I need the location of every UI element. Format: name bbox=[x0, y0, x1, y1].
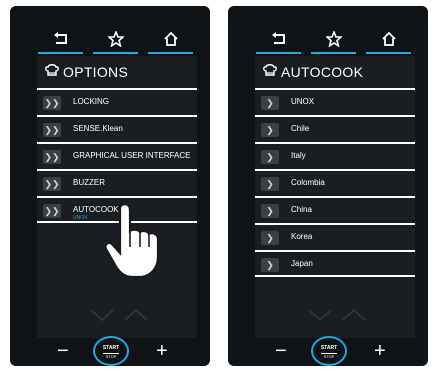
list-item-label: LOCKING bbox=[73, 97, 110, 106]
list-item[interactable]: ❯❯ LOCKING bbox=[37, 88, 197, 115]
list-item[interactable]: ❯ Korea bbox=[255, 223, 415, 250]
menu-screen: OPTIONS ❯❯ LOCKING ❯❯ SENSE.Klean ❯❯ GRAPHI… bbox=[37, 56, 197, 338]
scroll-down-icon[interactable] bbox=[89, 304, 115, 326]
start-stop-button[interactable]: START STOP bbox=[311, 336, 347, 366]
home-button[interactable] bbox=[366, 26, 411, 54]
page-title-text: OPTIONS bbox=[63, 64, 129, 80]
list-item[interactable]: ❯ Colombia bbox=[255, 169, 415, 196]
chevron-right-icon: ❯❯ bbox=[43, 150, 61, 164]
start-stop-button[interactable]: START STOP bbox=[93, 336, 129, 366]
list-item[interactable]: ❯ Italy bbox=[255, 142, 415, 169]
list-item-label: UNOX bbox=[291, 97, 315, 106]
chevron-right-icon: ❯ bbox=[261, 150, 279, 164]
list-item[interactable]: ❯ UNOX bbox=[255, 88, 415, 115]
chevron-right-icon: ❯❯ bbox=[43, 96, 61, 110]
device-left: OPTIONS ❯❯ LOCKING ❯❯ SENSE.Klean ❯❯ GRAPHI… bbox=[10, 6, 210, 366]
list-item[interactable]: ❯❯ SENSE.Klean bbox=[37, 115, 197, 142]
chevron-right-icon: ❯ bbox=[261, 231, 279, 245]
scroll-up-icon[interactable] bbox=[341, 304, 367, 326]
back-button[interactable] bbox=[38, 26, 83, 54]
minus-button[interactable]: − bbox=[275, 336, 287, 366]
back-button[interactable] bbox=[256, 26, 301, 54]
page-title: AUTOCOOK bbox=[263, 64, 363, 80]
top-nav bbox=[256, 26, 414, 56]
scroll-up-icon[interactable] bbox=[123, 304, 149, 326]
back-icon bbox=[53, 32, 67, 44]
list-item-label: China bbox=[291, 205, 312, 214]
chevron-right-icon: ❯ bbox=[261, 204, 279, 218]
home-icon bbox=[381, 31, 396, 46]
page-title: OPTIONS bbox=[45, 64, 128, 80]
chevron-right-icon: ❯❯ bbox=[43, 204, 61, 218]
minus-button[interactable]: − bbox=[57, 336, 69, 366]
menu-screen: AUTOCOOK ❯ UNOX ❯ Chile ❯ Italy ❯ Colombia ❯… bbox=[255, 56, 415, 338]
chevron-right-icon: ❯❯ bbox=[43, 177, 61, 191]
star-icon bbox=[324, 29, 343, 48]
list-item-label: GRAPHICAL USER INTERFACE bbox=[73, 151, 191, 160]
chevron-right-icon: ❯ bbox=[261, 258, 279, 272]
list-item-label: Japan bbox=[291, 259, 313, 268]
pointing-hand-icon bbox=[104, 203, 160, 279]
list-item-sublabel: UNOX bbox=[73, 215, 88, 221]
list-item-label: BUZZER bbox=[73, 178, 105, 187]
star-icon bbox=[106, 29, 125, 48]
list-item-label: SENSE.Klean bbox=[73, 124, 123, 133]
scroll-arrows bbox=[255, 304, 415, 326]
list-item[interactable]: ❯❯ GRAPHICAL USER INTERFACE bbox=[37, 142, 197, 169]
stop-label: STOP bbox=[321, 353, 337, 359]
back-icon bbox=[271, 32, 285, 44]
chevron-right-icon: ❯ bbox=[261, 123, 279, 137]
list-item[interactable]: ❯ China bbox=[255, 196, 415, 223]
favorite-button[interactable] bbox=[93, 26, 138, 54]
chevron-right-icon: ❯ bbox=[261, 177, 279, 191]
bottom-controls: − START STOP + bbox=[10, 336, 210, 366]
favorite-button[interactable] bbox=[311, 26, 356, 54]
start-label: START bbox=[102, 345, 120, 351]
scroll-arrows bbox=[37, 304, 197, 326]
home-button[interactable] bbox=[148, 26, 193, 54]
top-nav bbox=[38, 26, 196, 56]
list-item-label: Chile bbox=[291, 124, 310, 133]
chef-hat-icon bbox=[45, 64, 59, 80]
plus-button[interactable]: + bbox=[156, 336, 168, 366]
bottom-controls: − START STOP + bbox=[228, 336, 428, 366]
chef-hat-icon bbox=[263, 64, 277, 80]
scroll-down-icon[interactable] bbox=[307, 304, 333, 326]
list-item-label: Korea bbox=[291, 232, 313, 241]
list-item[interactable]: ❯❯ BUZZER bbox=[37, 169, 197, 196]
list-item-label: Italy bbox=[291, 151, 306, 160]
chevron-right-icon: ❯ bbox=[261, 96, 279, 110]
home-icon bbox=[163, 31, 178, 46]
plus-button[interactable]: + bbox=[374, 336, 386, 366]
chevron-right-icon: ❯❯ bbox=[43, 123, 61, 137]
list-item[interactable]: ❯ Chile bbox=[255, 115, 415, 142]
list-item-label: Colombia bbox=[291, 178, 325, 187]
stop-label: STOP bbox=[103, 353, 119, 359]
start-label: START bbox=[320, 345, 338, 351]
device-right: AUTOCOOK ❯ UNOX ❯ Chile ❯ Italy ❯ Colombia ❯… bbox=[228, 6, 428, 366]
list-item[interactable]: ❯ Japan bbox=[255, 250, 415, 277]
page-title-text: AUTOCOOK bbox=[281, 64, 364, 80]
